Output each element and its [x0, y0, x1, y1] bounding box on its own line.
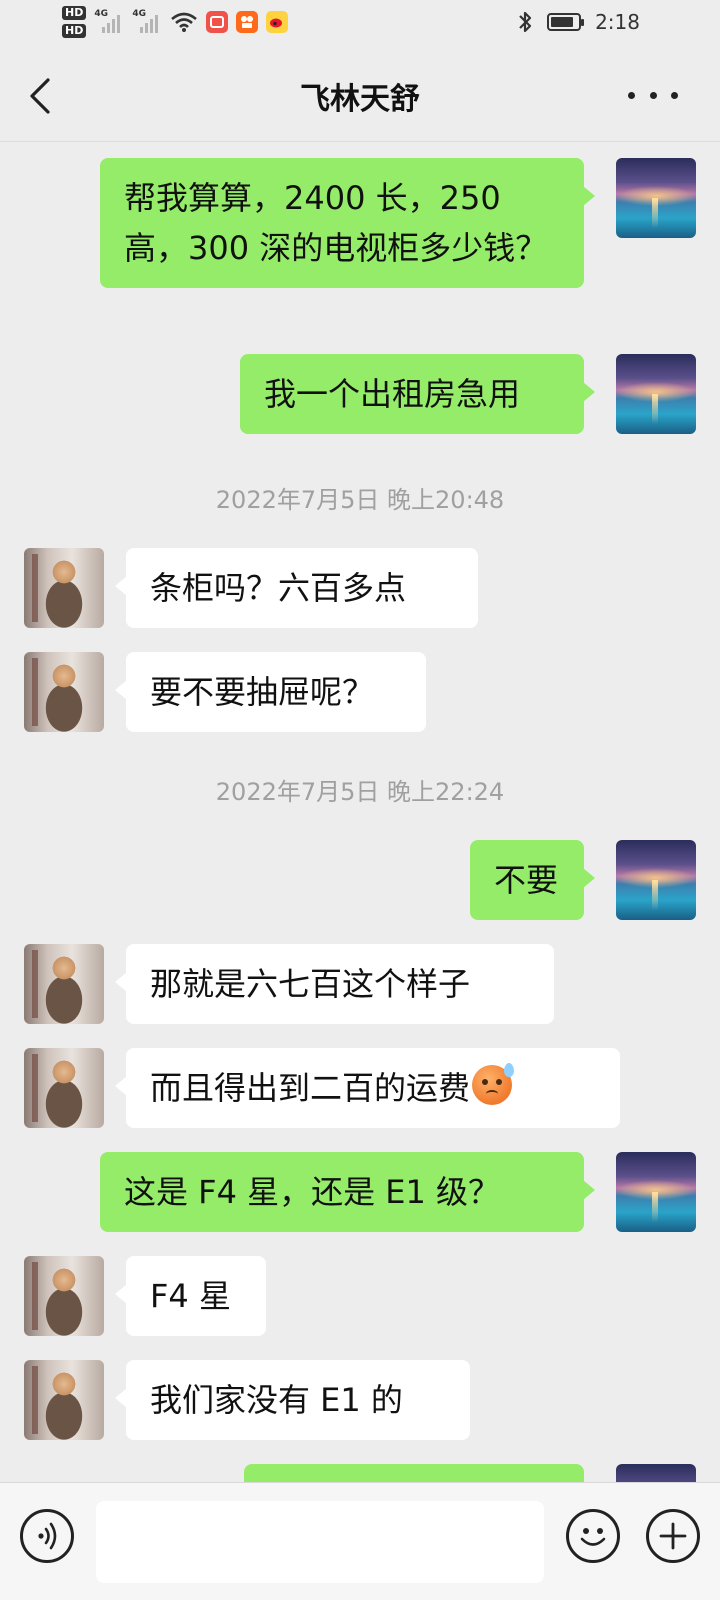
- signal-label-2: 4G: [132, 9, 146, 19]
- plus-icon: [659, 1522, 687, 1550]
- chat-screen: HD HD 4G 4G 2:18 飞林天舒 帮我算算，2400 长，250 高，…: [0, 0, 720, 1600]
- chat-title: 飞林天舒: [300, 82, 420, 117]
- contact-avatar[interactable]: [24, 944, 104, 1024]
- my-avatar[interactable]: [616, 840, 696, 920]
- message-bubble-sent[interactable]: 这是 F4 星，还是 E1 级？: [100, 1152, 595, 1232]
- input-bar: [0, 1482, 720, 1600]
- message-bubble-sent[interactable]: 帮我算算，2400 长，250 高，300 深的电视柜多少钱？: [100, 158, 595, 288]
- weibo-app-icon: [266, 11, 289, 33]
- emoji-button[interactable]: [566, 1509, 620, 1563]
- message-text: 而且得出到二百的运费: [150, 1069, 471, 1107]
- message-bubble-received[interactable]: 条柜吗？六百多点: [115, 548, 478, 628]
- more-functions-button[interactable]: [646, 1509, 700, 1563]
- contact-avatar[interactable]: [24, 548, 104, 628]
- message-bubble-received[interactable]: 要不要抽屉呢？: [115, 652, 426, 732]
- more-dots-icon: [628, 91, 635, 99]
- signal-label-1: 4G: [94, 9, 108, 19]
- time-divider: 2022年7月5日 晚上20:48: [215, 486, 505, 514]
- time-divider: 2022年7月5日 晚上22:24: [215, 778, 505, 806]
- contact-avatar[interactable]: [24, 652, 104, 732]
- message-bubble-sent[interactable]: 不要: [470, 840, 595, 920]
- signal-icon-1: 4G: [94, 9, 124, 35]
- kuaishou-app-icon: [236, 11, 259, 33]
- battery-icon: [547, 13, 585, 31]
- message-bubble-sent[interactable]: 我一个出租房急用: [240, 354, 595, 434]
- status-bar: HD HD 4G 4G 2:18: [0, 0, 720, 48]
- contact-avatar[interactable]: [24, 1048, 104, 1128]
- my-avatar[interactable]: [616, 158, 696, 238]
- status-time: 2:18: [595, 10, 640, 34]
- notification-app-icon: [206, 11, 229, 33]
- hd-indicators: HD HD: [62, 6, 87, 38]
- status-left: HD HD 4G 4G: [62, 6, 289, 38]
- message-bubble-received[interactable]: 而且得出到二百的运费: [115, 1048, 620, 1128]
- hd-badge-2: HD: [62, 24, 87, 38]
- message-bubble-received[interactable]: F4 星: [115, 1256, 266, 1336]
- wifi-icon: [171, 12, 198, 32]
- signal-icon-2: 4G: [132, 9, 162, 35]
- contact-avatar[interactable]: [24, 1256, 104, 1336]
- sweat-face-emoji: [472, 1063, 515, 1105]
- chat-header: 飞林天舒: [0, 48, 720, 142]
- contact-avatar[interactable]: [24, 1360, 104, 1440]
- my-avatar[interactable]: [616, 354, 696, 434]
- status-right: 2:18: [517, 10, 640, 34]
- hd-badge-1: HD: [62, 6, 87, 20]
- my-avatar[interactable]: [616, 1152, 696, 1232]
- message-bubble-received[interactable]: 那就是六七百这个样子: [115, 944, 554, 1024]
- voice-button[interactable]: [20, 1509, 74, 1563]
- more-button[interactable]: [628, 80, 678, 110]
- voice-icon: [38, 1522, 57, 1550]
- bluetooth-icon: [519, 11, 532, 33]
- smiley-icon: [580, 1528, 606, 1546]
- message-bubble-received[interactable]: 我们家没有 E1 的: [115, 1360, 470, 1440]
- message-input[interactable]: [96, 1501, 544, 1583]
